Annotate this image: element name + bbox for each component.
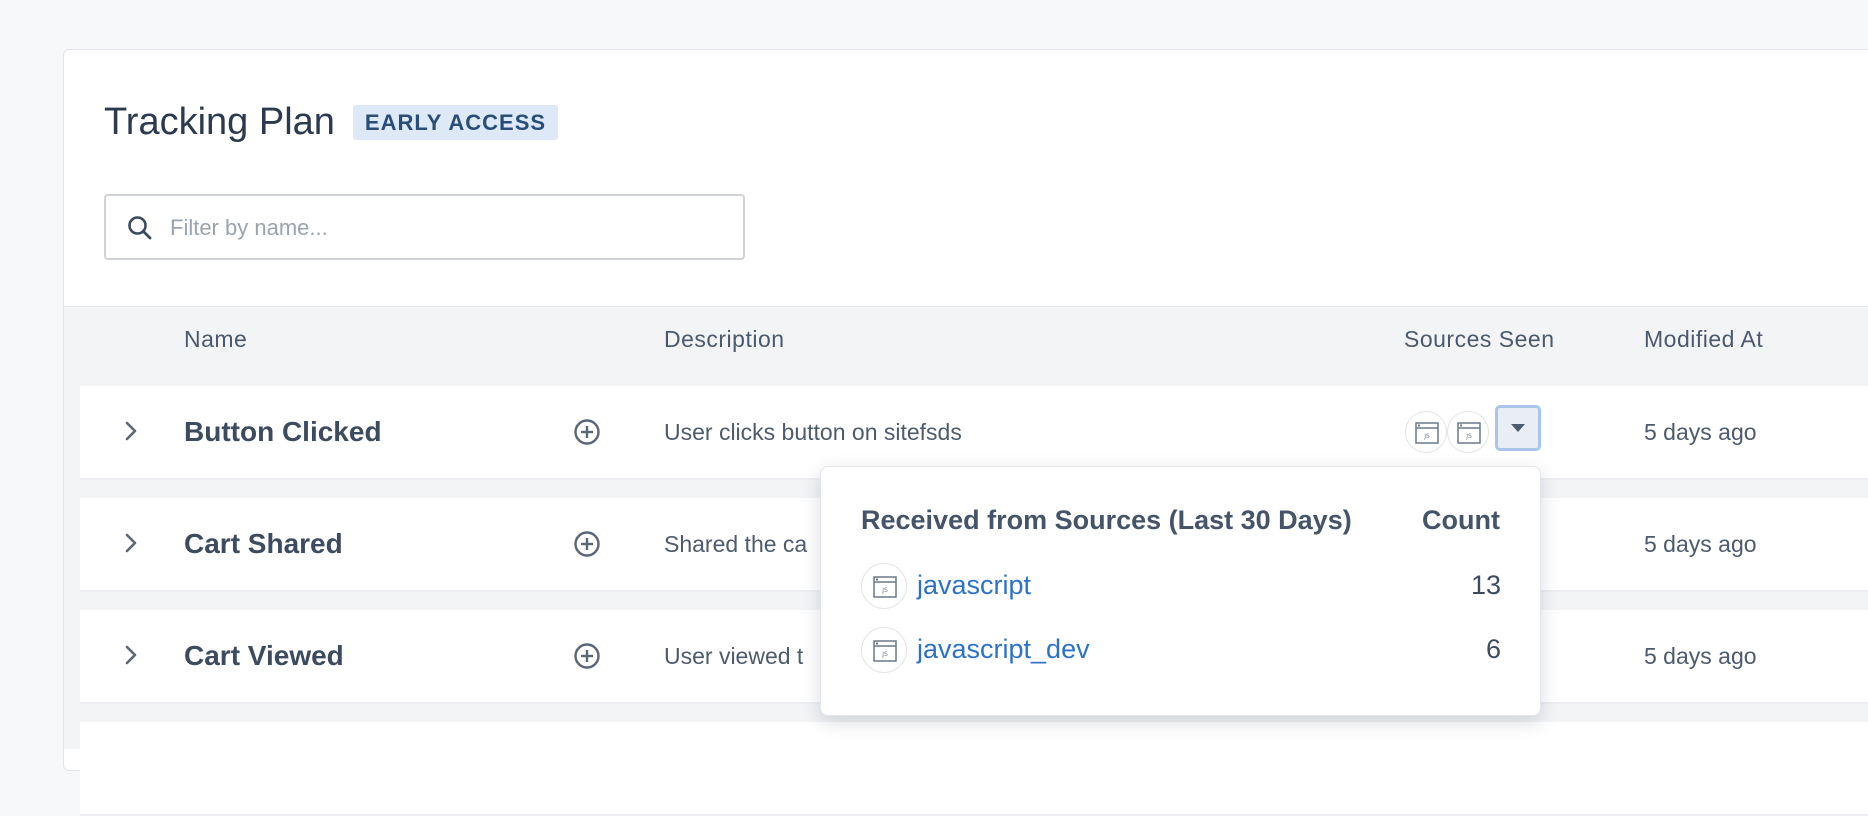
- column-name[interactable]: Name: [184, 326, 247, 353]
- early-access-badge: EARLY ACCESS: [352, 104, 559, 140]
- column-description[interactable]: Description: [664, 326, 785, 353]
- search-icon: [128, 216, 152, 240]
- modified-at: 5 days ago: [1644, 419, 1757, 445]
- js-icon: JS: [861, 627, 907, 673]
- event-name[interactable]: Cart Shared: [184, 528, 343, 560]
- sources-dropdown-button[interactable]: [1495, 405, 1541, 451]
- table-row[interactable]: [80, 722, 1868, 816]
- add-circle-icon[interactable]: [573, 418, 601, 446]
- source-row: JS javascript 13: [861, 563, 1501, 609]
- search-box[interactable]: [104, 194, 745, 260]
- event-description: User viewed t: [664, 643, 804, 669]
- js-icon: JS: [1405, 411, 1447, 453]
- page-title: Tracking Plan: [104, 100, 335, 143]
- svg-text:JS: JS: [1465, 433, 1472, 440]
- chevron-right-icon[interactable]: [124, 644, 138, 666]
- source-row: JS javascript_dev 6: [861, 627, 1501, 673]
- source-link[interactable]: javascript: [917, 570, 1031, 601]
- search-input[interactable]: [168, 196, 732, 260]
- chevron-right-icon[interactable]: [124, 532, 138, 554]
- sources-popover: Received from Sources (Last 30 Days) Cou…: [820, 466, 1541, 716]
- modified-at: 5 days ago: [1644, 531, 1757, 557]
- chevron-right-icon[interactable]: [124, 420, 138, 442]
- event-name[interactable]: Cart Viewed: [184, 640, 344, 672]
- source-count: 13: [1470, 570, 1501, 600]
- column-modified-at[interactable]: Modified At: [1644, 326, 1763, 353]
- popover-title: Received from Sources (Last 30 Days): [861, 505, 1352, 535]
- column-sources-seen[interactable]: Sources Seen: [1404, 326, 1554, 353]
- add-circle-icon[interactable]: [573, 530, 601, 558]
- js-icon: JS: [861, 563, 907, 609]
- table-header: Name Description Sources Seen Modified A…: [64, 306, 1868, 370]
- caret-down-icon: [1511, 424, 1525, 432]
- page-header: Tracking Plan EARLY ACCESS: [104, 96, 559, 148]
- event-description: User clicks button on sitefsds: [664, 419, 962, 445]
- modified-at: 5 days ago: [1644, 643, 1757, 669]
- add-circle-icon[interactable]: [573, 642, 601, 670]
- source-link[interactable]: javascript_dev: [917, 634, 1090, 665]
- svg-text:JS: JS: [1423, 433, 1430, 440]
- event-description: Shared the ca: [664, 531, 808, 557]
- popover-count-header: Count: [1422, 505, 1500, 535]
- js-icon: JS: [1447, 411, 1489, 453]
- svg-text:JS: JS: [881, 651, 888, 658]
- event-name[interactable]: Button Clicked: [184, 416, 382, 448]
- svg-text:JS: JS: [881, 587, 888, 594]
- source-count: 6: [1485, 634, 1501, 664]
